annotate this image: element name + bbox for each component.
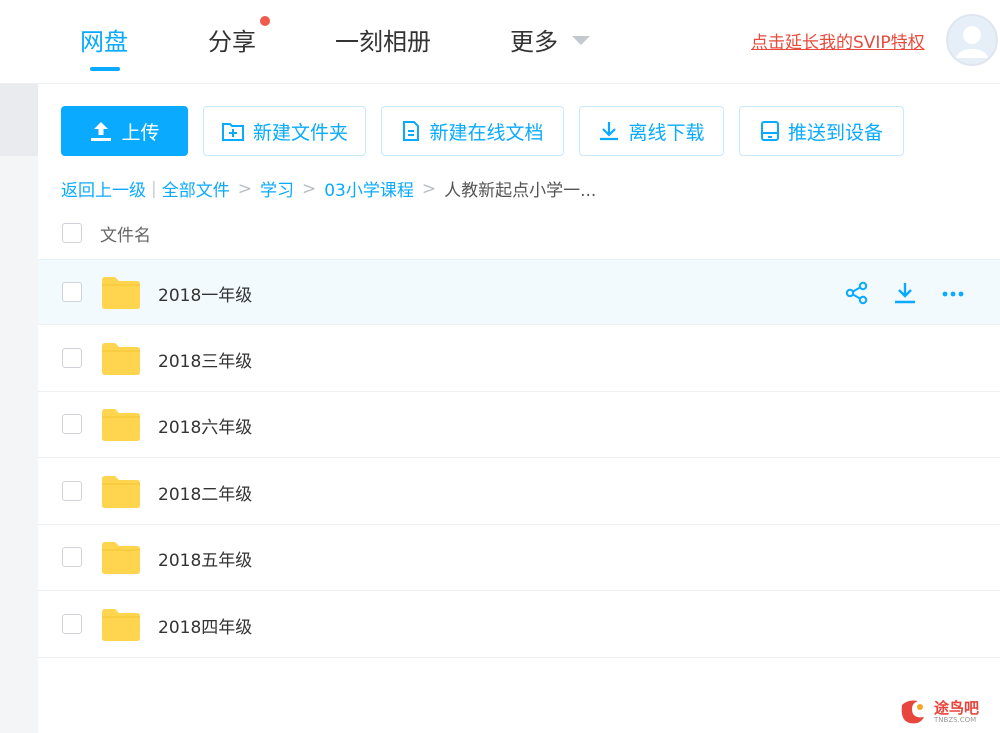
file-name[interactable]: 2018三年级 (158, 347, 252, 372)
offline-download-label: 离线下载 (628, 121, 705, 144)
breadcrumb-separator: > (237, 178, 252, 199)
document-icon (403, 121, 420, 141)
column-header-filename[interactable]: 文件名 (100, 221, 151, 246)
new-folder-label: 新建文件夹 (252, 121, 348, 144)
folder-plus-icon (221, 123, 244, 141)
breadcrumb-study[interactable]: 学习 (260, 176, 294, 201)
breadcrumb-divider: | (151, 178, 157, 199)
watermark-logo: 途鸟吧 TNBZS.COM (898, 694, 994, 730)
row-checkbox[interactable] (62, 481, 82, 501)
breadcrumb-separator: > (301, 178, 317, 199)
push-to-device-label: 推送到设备 (787, 121, 883, 144)
table-row[interactable]: 2018六年级 (38, 392, 1000, 458)
share-icon[interactable] (844, 280, 870, 306)
push-to-device-button[interactable]: 推送到设备 (739, 106, 904, 156)
chevron-down-icon[interactable] (572, 36, 590, 45)
folder-icon (102, 542, 140, 574)
breadcrumb: 返回上一级 | 全部文件 > 学习 > 03小学课程 > 人教新起点小学一... (61, 176, 597, 202)
nav-active-underline (90, 67, 120, 71)
more-options-icon[interactable] (940, 280, 966, 306)
watermark-subtext: TNBZS.COM (934, 715, 977, 724)
download-icon[interactable] (892, 280, 918, 306)
row-checkbox[interactable] (62, 348, 82, 368)
nav-tab-netdisk[interactable]: 网盘 (80, 22, 128, 57)
table-row[interactable]: 2018一年级 (38, 259, 1000, 325)
new-online-doc-label: 新建在线文档 (429, 121, 544, 144)
left-sidebar (0, 84, 38, 733)
nav-tab-album[interactable]: 一刻相册 (335, 22, 431, 57)
row-checkbox[interactable] (62, 614, 82, 634)
nav-tab-share[interactable]: 分享 (208, 22, 256, 57)
watermark-text: 途鸟吧 (934, 698, 980, 717)
nav-tab-more[interactable]: 更多 (510, 22, 558, 57)
breadcrumb-current: 人教新起点小学一... (444, 181, 597, 201)
file-name[interactable]: 2018二年级 (158, 480, 252, 505)
avatar[interactable] (946, 14, 998, 66)
user-avatar-icon (948, 16, 996, 64)
file-name[interactable]: 2018六年级 (158, 413, 252, 438)
folder-icon (102, 609, 140, 641)
table-row[interactable]: 2018二年级 (38, 459, 1000, 525)
upload-icon (91, 122, 112, 141)
notification-dot (260, 16, 270, 26)
file-name[interactable]: 2018四年级 (158, 613, 252, 638)
breadcrumb-separator: > (421, 178, 437, 199)
row-checkbox[interactable] (62, 282, 82, 302)
table-row[interactable]: 2018四年级 (38, 592, 1000, 658)
select-all-checkbox[interactable] (62, 223, 82, 243)
breadcrumb-back[interactable]: 返回上一级 (61, 176, 146, 201)
left-sidebar-selected[interactable] (0, 84, 38, 156)
breadcrumb-primary-courses[interactable]: 03小学课程 (324, 176, 414, 201)
folder-icon (102, 277, 140, 309)
offline-download-button[interactable]: 离线下载 (579, 106, 724, 156)
folder-icon (102, 343, 140, 375)
new-folder-button[interactable]: 新建文件夹 (203, 106, 366, 156)
device-icon (760, 121, 779, 141)
table-row[interactable]: 2018五年级 (38, 525, 1000, 591)
upload-button-label: 上传 (121, 121, 160, 144)
upload-button[interactable]: 上传 (61, 106, 188, 156)
row-checkbox[interactable] (62, 547, 82, 567)
row-actions (844, 280, 966, 306)
folder-icon (102, 409, 140, 441)
row-checkbox[interactable] (62, 414, 82, 434)
folder-icon (102, 476, 140, 508)
file-name[interactable]: 2018五年级 (158, 546, 252, 571)
svip-renew-link[interactable]: 点击延长我的SVIP特权 (751, 28, 925, 53)
breadcrumb-all-files[interactable]: 全部文件 (162, 176, 230, 201)
download-icon (600, 122, 619, 141)
new-online-doc-button[interactable]: 新建在线文档 (381, 106, 564, 156)
file-name[interactable]: 2018一年级 (158, 281, 252, 306)
watermark-bird-icon (901, 700, 924, 724)
table-row[interactable]: 2018三年级 (38, 326, 1000, 392)
